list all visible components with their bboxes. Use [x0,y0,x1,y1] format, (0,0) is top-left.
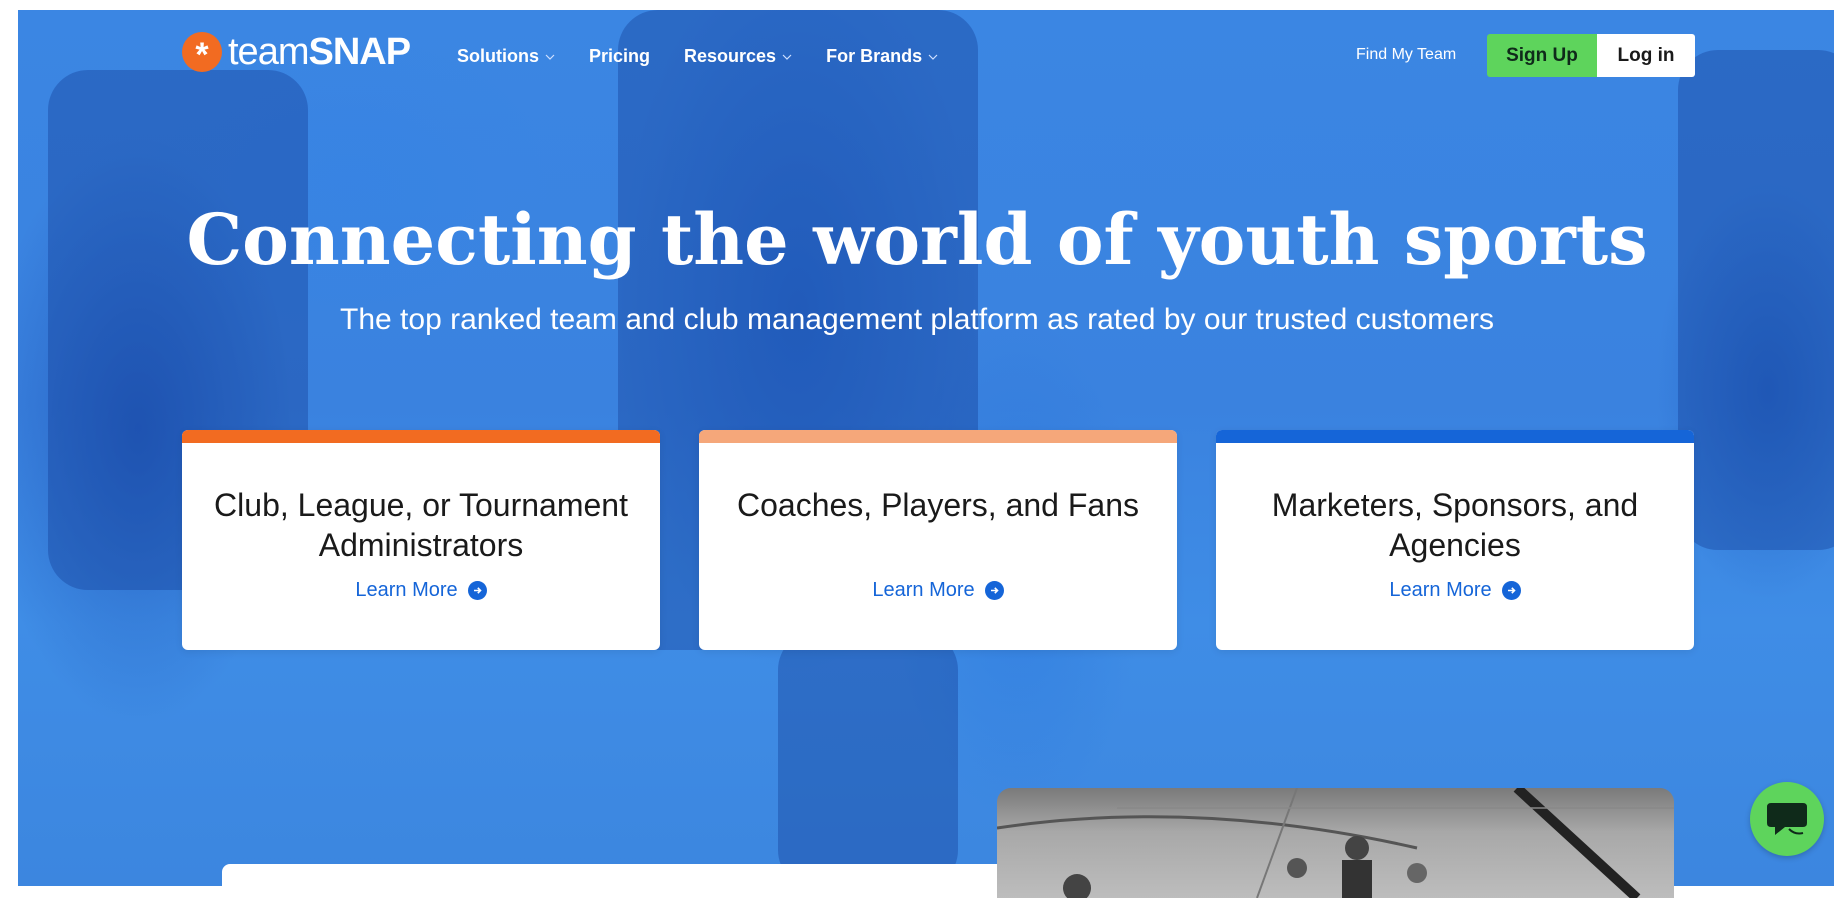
chat-button[interactable] [1750,782,1824,856]
chevron-down-icon [782,54,792,60]
hero-title: Connecting the world of youth sports [186,198,1648,281]
hero-subtitle: The top ranked team and club management … [340,303,1494,336]
find-my-team-link[interactable]: Find My Team [1356,46,1456,64]
nav-resources[interactable]: Resources [684,46,792,67]
card-accent-bar [182,430,660,443]
card-title: Marketers, Sponsors, and Agencies [1271,487,1639,563]
nav-for-brands[interactable]: For Brands [826,46,938,67]
nav-label: Solutions [457,46,539,66]
learn-more-label: Learn More [872,579,975,601]
gym-floor-lines [997,788,1674,898]
sign-up-button[interactable]: Sign Up [1487,34,1597,77]
gym-photo [997,788,1674,898]
content-panel [222,864,1012,904]
learn-more-link[interactable]: Learn More [182,579,660,602]
card-accent-bar [699,430,1177,443]
learn-more-label: Learn More [355,579,458,601]
card-administrators[interactable]: Club, League, or Tournament Administrato… [182,430,660,650]
card-marketers[interactable]: Marketers, Sponsors, and Agencies Learn … [1216,430,1694,650]
asterisk-logo-icon: * [182,32,222,72]
nav-label: Pricing [589,46,651,66]
log-in-button[interactable]: Log in [1597,34,1695,77]
nav-label: Resources [684,46,777,66]
card-accent-bar [1216,430,1694,443]
nav-pricing[interactable]: Pricing [589,46,650,67]
card-title: Coaches, Players, and Fans [737,487,1139,523]
arrow-right-circle-icon [467,581,487,600]
background-photo-figure [1678,50,1834,550]
logo-wordmark: teamSNAP [228,31,411,73]
main-nav: Solutions Pricing Resources For Brands [457,46,938,67]
arrow-right-circle-icon [984,581,1004,600]
learn-more-link[interactable]: Learn More [699,579,1177,602]
background-photo-figure [778,630,958,886]
chat-bubble-icon [1767,803,1807,835]
chevron-down-icon [928,54,938,60]
card-title: Club, League, or Tournament Administrato… [214,487,628,563]
chevron-down-icon [545,54,555,60]
nav-solutions[interactable]: Solutions [457,46,555,67]
learn-more-label: Learn More [1389,579,1492,601]
teamsnap-logo[interactable]: * teamSNAP [182,31,411,73]
arrow-right-circle-icon [1501,581,1521,600]
nav-label: For Brands [826,46,923,66]
card-coaches[interactable]: Coaches, Players, and Fans Learn More [699,430,1177,650]
learn-more-link[interactable]: Learn More [1216,579,1694,602]
